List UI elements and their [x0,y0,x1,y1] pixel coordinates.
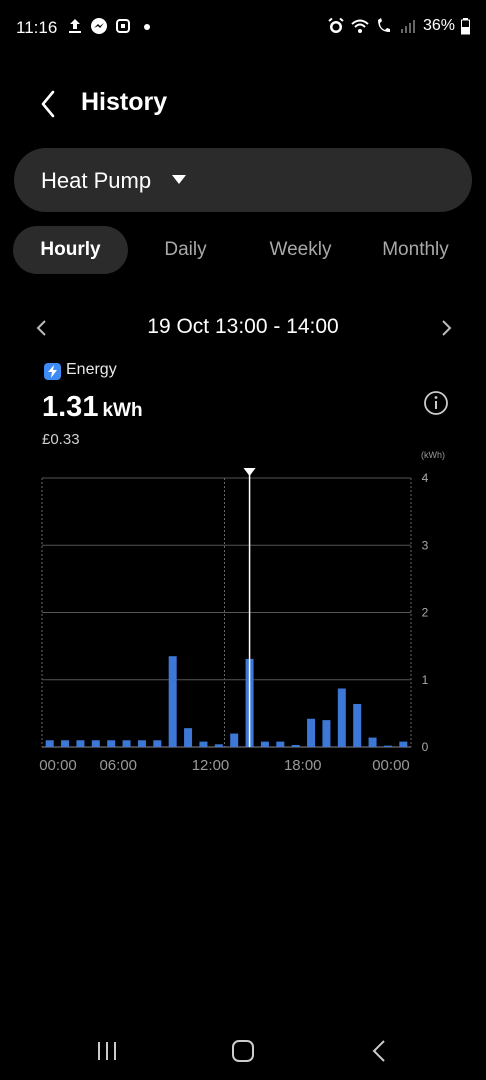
battery-percent: 36% [422,17,455,34]
x-tick-label: 00:00 [372,757,410,774]
status-bar: 11:16 36% [0,0,486,56]
bar [214,744,223,747]
caret-down-icon [172,175,186,184]
bar [368,737,377,747]
tab-weekly[interactable]: Weekly [243,226,358,274]
x-tick-label: 06:00 [99,757,137,774]
y-tick-label: 1 [422,673,429,687]
home-icon[interactable] [223,1034,263,1068]
status-right: 36% [327,17,470,35]
chevron-left-icon[interactable] [32,316,52,340]
bar [168,656,177,747]
bar [45,740,54,747]
tab-monthly[interactable]: Monthly [358,226,473,274]
bar [137,740,146,747]
metric-label: Energy [66,361,117,378]
y-tick-label: 2 [422,606,429,620]
energy-bar-chart: 0 1 2 3 4 (kWh) 00:00 06:00 12:00 18:00 00:00 [39,450,445,774]
x-tick-label: 00:00 [39,757,77,774]
bar [76,740,85,747]
bar [260,741,269,747]
bar [399,741,408,747]
energy-number: 1.31 [42,391,99,423]
info-icon[interactable] [423,390,449,416]
bar [61,740,70,747]
chevron-right-icon[interactable] [436,316,456,340]
bar [230,733,239,747]
y-tick-label: 0 [422,740,429,754]
energy-value: 1.31 kWh [42,391,143,424]
upload-icon [69,19,81,33]
y-tick-label: 4 [422,471,429,485]
bar [353,703,362,747]
energy-unit: kWh [102,400,143,421]
tab-hourly[interactable]: Hourly [13,226,128,274]
bar [91,740,100,747]
selection-marker-icon [243,468,256,476]
bar [291,744,300,747]
wifi-icon [351,19,369,33]
x-tick-label: 12:00 [192,757,230,774]
bar [383,745,392,747]
signal-icon [400,20,415,33]
recents-icon[interactable] [87,1034,127,1068]
bar [107,740,116,747]
date-range-label: 19 Oct 13:00 - 14:00 [147,315,339,338]
battery-icon [461,18,470,35]
energy-bolt-icon [44,363,61,380]
dot-icon [144,24,150,30]
period-tabs: Hourly Daily Weekly Monthly [13,226,473,274]
status-left-icons [66,17,156,35]
y-unit-label: (kWh) [421,450,445,460]
y-tick-label: 3 [422,538,429,552]
bar [276,741,285,747]
wifi-call-icon [377,18,390,32]
messenger-icon [91,18,107,34]
device-selector-value: Heat Pump [41,168,152,193]
app-icon [116,19,130,33]
device-selector[interactable]: Heat Pump [14,148,472,212]
bar [337,688,346,747]
status-time: 11:16 [16,18,58,37]
bar [307,718,316,747]
tab-daily[interactable]: Daily [128,226,243,274]
bar [322,720,331,747]
nav-back-icon[interactable] [360,1034,400,1068]
bar [153,740,162,747]
bar [199,741,208,747]
bar [122,740,131,747]
back-arrow-icon[interactable] [34,86,64,122]
x-tick-label: 18:00 [284,757,322,774]
bar [184,728,193,747]
alarm-icon [328,17,344,33]
system-nav-bar [0,1020,486,1080]
page-title: History [81,88,168,116]
